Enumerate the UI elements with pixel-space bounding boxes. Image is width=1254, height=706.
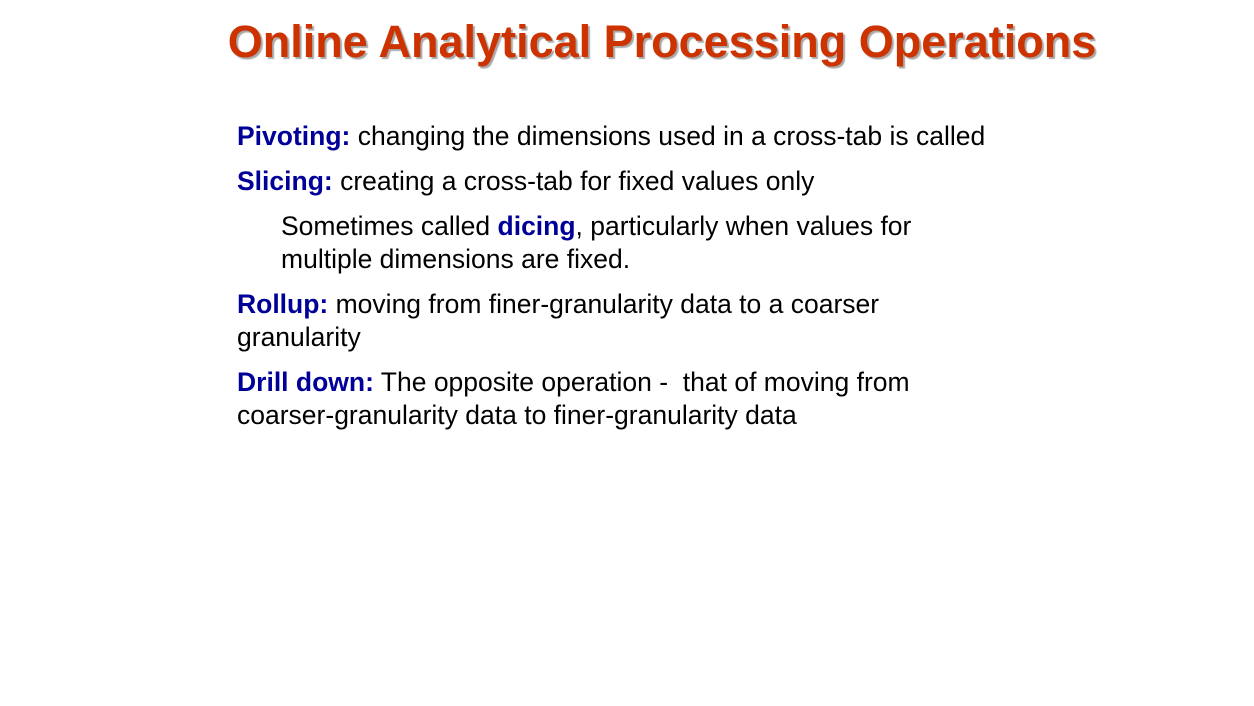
term-drill-down: Drill down:: [237, 367, 374, 397]
bullet-slicing: Slicing: creating a cross-tab for fixed …: [237, 165, 1037, 198]
term-rollup: Rollup:: [237, 289, 329, 319]
definition-rollup: moving from finer-granularity data to a …: [237, 289, 880, 352]
term-pivoting: Pivoting:: [237, 121, 351, 151]
sub-bullet-dicing: Sometimes called dicing, particularly wh…: [281, 210, 981, 276]
term-slicing: Slicing:: [237, 166, 333, 196]
bullet-drill-down: Drill down: The opposite operation - tha…: [237, 366, 957, 432]
bullet-pivoting: Pivoting: changing the dimensions used i…: [237, 120, 1037, 153]
term-dicing: dicing: [497, 211, 576, 241]
bullet-rollup: Rollup: moving from finer-granularity da…: [237, 288, 927, 354]
definition-pivoting: changing the dimensions used in a cross-…: [350, 121, 986, 151]
dicing-intro: Sometimes called: [281, 211, 498, 241]
definition-slicing: creating a cross-tab for fixed values on…: [332, 166, 815, 196]
bullet-list: Pivoting: changing the dimensions used i…: [237, 120, 1037, 444]
slide-title: Online Analytical Processing Operations: [227, 16, 1097, 67]
